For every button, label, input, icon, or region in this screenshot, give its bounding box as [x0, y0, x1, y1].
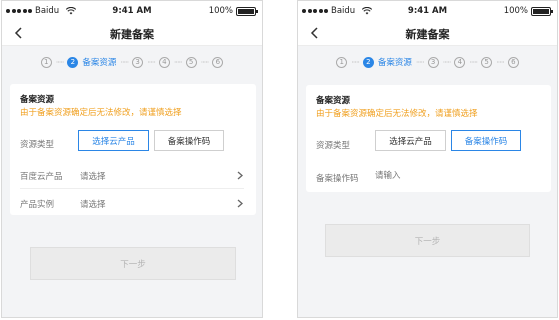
- option-operation-code[interactable]: 备案操作码: [451, 130, 521, 151]
- resource-type-label: 资源类型: [20, 140, 55, 150]
- step-indicator: 1 ····· 2 备案资源 ····· 3 ····· 4 ····· 5 ····· …: [2, 51, 262, 73]
- step-indicator: 1 ····· 2 备案资源 ····· 3 ····· 4 ····· 5 ····· …: [298, 51, 557, 73]
- operation-code-label: 备案操作码: [316, 174, 359, 184]
- warning-text: 由于备案资源确定后无法修改，请谨慎选择: [316, 109, 478, 119]
- step-5: 5: [481, 56, 493, 68]
- step-2: 2: [67, 56, 79, 68]
- nav-bar: 新建备案: [2, 21, 262, 46]
- screen-operation-code: Baidu 9:41 AM 100% 新建备案 1 ····· 2 备案资源 ···…: [297, 0, 558, 318]
- active-step-label: 备案资源: [82, 58, 117, 68]
- step-4: 4: [454, 56, 466, 68]
- resource-type-label: 资源类型: [316, 141, 351, 151]
- next-step-button[interactable]: 下一步: [325, 224, 530, 257]
- battery-icon: [236, 6, 258, 16]
- step-5: 5: [185, 56, 197, 68]
- card-title: 备案资源: [316, 96, 351, 106]
- card-title: 备案资源: [20, 95, 55, 105]
- step-6: 6: [507, 56, 519, 68]
- option-cloud-product[interactable]: 选择云产品: [375, 130, 446, 151]
- resource-card: 备案资源 由于备案资源确定后无法修改，请谨慎选择 资源类型 选择云产品 备案操作…: [10, 84, 256, 215]
- operation-code-input[interactable]: [375, 167, 495, 185]
- product-instance-value: 请选择: [80, 200, 106, 210]
- page-title: 新建备案: [405, 28, 450, 41]
- chevron-right-icon: [237, 199, 243, 208]
- option-operation-code[interactable]: 备案操作码: [154, 130, 224, 151]
- step-4: 4: [158, 56, 170, 68]
- nav-bar: 新建备案: [298, 21, 557, 46]
- next-step-button[interactable]: 下一步: [30, 247, 236, 280]
- battery-icon: [531, 6, 553, 16]
- step-3: 3: [427, 56, 439, 68]
- select-row-cloud-product[interactable]: 百度云产品 请选择: [20, 162, 244, 189]
- step-2: 2: [362, 56, 374, 68]
- option-cloud-product[interactable]: 选择云产品: [78, 130, 149, 151]
- page-title: 新建备案: [110, 28, 154, 41]
- screen-select-cloud-product: Baidu 9:41 AM 100% 新建备案 1 ····· 2 备案资源 ···…: [1, 0, 263, 318]
- resource-card: 备案资源 由于备案资源确定后无法修改，请谨慎选择 资源类型 选择云产品 备案操作…: [306, 85, 551, 192]
- status-bar: Baidu 9:41 AM 100%: [2, 1, 262, 21]
- warning-text: 由于备案资源确定后无法修改，请谨慎选择: [20, 108, 182, 118]
- step-6: 6: [212, 56, 224, 68]
- select-row-product-instance[interactable]: 产品实例 请选择: [20, 190, 244, 217]
- cloud-product-label: 百度云产品: [20, 172, 63, 182]
- step-3: 3: [132, 56, 144, 68]
- product-instance-label: 产品实例: [20, 200, 55, 210]
- status-bar: Baidu 9:41 AM 100%: [298, 1, 557, 21]
- active-step-label: 备案资源: [377, 58, 412, 68]
- step-1: 1: [40, 56, 52, 68]
- step-1: 1: [336, 56, 348, 68]
- battery-percent: 100%: [208, 6, 233, 16]
- battery-percent: 100%: [503, 6, 528, 16]
- chevron-right-icon: [237, 171, 243, 180]
- cloud-product-value: 请选择: [80, 172, 106, 182]
